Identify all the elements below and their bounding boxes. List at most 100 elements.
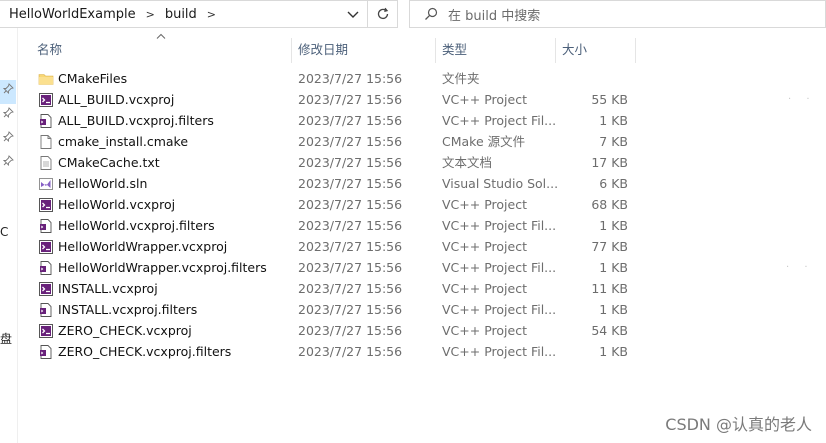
file-type: VC++ Project Fil...: [442, 113, 557, 128]
file-row[interactable]: INSTALL.vcxproj 2023/7/27 15:56 VC++ Proje…: [17, 278, 826, 299]
breadcrumb-hello-world-example[interactable]: HelloWorldExample: [0, 7, 142, 22]
file-type: Visual Studio Sol...: [442, 176, 557, 191]
file-name: HelloWorld.vcxproj: [58, 197, 176, 212]
address-bar[interactable]: HelloWorldExample > build >: [0, 0, 368, 28]
folder-icon: [38, 71, 54, 87]
file-size: 6 KB: [599, 176, 628, 191]
nav-drive-label[interactable]: C: [0, 225, 8, 239]
file-row[interactable]: CMakeCache.txt 2023/7/27 15:56 文本文档 17 KB: [17, 152, 826, 173]
file-modified-date: 2023/7/27 15:56: [298, 281, 403, 296]
file-type: VC++ Project: [442, 239, 527, 254]
file-size: 1 KB: [599, 113, 628, 128]
file-size: 1 KB: [599, 344, 628, 359]
search-input[interactable]: 在 build 中搜索: [448, 5, 540, 24]
pin-icon[interactable]: [3, 83, 14, 94]
file-row[interactable]: cmake_install.cmake 2023/7/27 15:56 CMake …: [17, 131, 826, 152]
file-name: CMakeCache.txt: [58, 155, 160, 170]
file-size: 1 KB: [599, 260, 628, 275]
breadcrumb-separator[interactable]: >: [142, 8, 159, 21]
search-icon: [425, 7, 438, 20]
vcxproj-icon: [38, 239, 54, 255]
column-divider[interactable]: [635, 38, 636, 63]
file-modified-date: 2023/7/27 15:56: [298, 260, 403, 275]
column-header-date[interactable]: 修改日期: [292, 38, 435, 63]
file-row[interactable]: CMakeFiles 2023/7/27 15:56 文件夹: [17, 68, 826, 89]
file-row[interactable]: HelloWorldWrapper.vcxproj.filters 2023/7/…: [17, 257, 826, 278]
file-row[interactable]: HelloWorld.sln 2023/7/27 15:56 Visual Stud…: [17, 173, 826, 194]
breadcrumb-separator[interactable]: >: [203, 8, 220, 21]
file-type: VC++ Project Fil...: [442, 344, 557, 359]
visual-studio-solution-icon: [38, 176, 54, 192]
vcxproj-filters-icon: [38, 113, 54, 129]
file-name: INSTALL.vcxproj: [58, 281, 158, 296]
file-row[interactable]: ALL_BUILD.vcxproj.filters 2023/7/27 15:56…: [17, 110, 826, 131]
file-row[interactable]: HelloWorld.vcxproj 2023/7/27 15:56 VC++ Pr…: [17, 194, 826, 215]
nav-drive-label[interactable]: 盘: [0, 330, 12, 347]
file-size: [560, 68, 628, 89]
file-name: HelloWorldWrapper.vcxproj.filters: [58, 260, 267, 275]
file-modified-date: 2023/7/27 15:56: [298, 302, 403, 317]
file-modified-date: 2023/7/27 15:56: [298, 113, 403, 128]
file-size: 54 KB: [591, 323, 628, 338]
file-modified-date: 2023/7/27 15:56: [298, 176, 403, 191]
file-modified-date: 2023/7/27 15:56: [298, 92, 403, 107]
file-name: HelloWorld.vcxproj.filters: [58, 218, 215, 233]
background-dots: · ·: [788, 94, 816, 105]
background-dots: · ·: [786, 262, 814, 273]
file-size: 77 KB: [591, 239, 628, 254]
file-type: 文本文档: [442, 155, 493, 170]
file-row[interactable]: HelloWorld.vcxproj.filters 2023/7/27 15:5…: [17, 215, 826, 236]
navigation-pane[interactable]: C 盘: [0, 28, 18, 443]
file-row[interactable]: ALL_BUILD.vcxproj 2023/7/27 15:56 VC++ Pro…: [17, 89, 826, 110]
chevron-down-icon[interactable]: [345, 6, 361, 22]
file-type: VC++ Project: [442, 323, 527, 338]
refresh-button[interactable]: [368, 0, 398, 28]
file-name: HelloWorld.sln: [58, 176, 148, 191]
text-document-icon: [38, 155, 54, 171]
file-name: CMakeFiles: [58, 71, 128, 86]
file-size: 68 KB: [591, 197, 628, 212]
csdn-watermark: CSDN @认真的老人: [665, 415, 812, 434]
file-type: VC++ Project: [442, 92, 527, 107]
file-modified-date: 2023/7/27 15:56: [298, 71, 403, 86]
file-type: VC++ Project: [442, 281, 527, 296]
pin-icon[interactable]: [3, 131, 14, 142]
file-name: HelloWorldWrapper.vcxproj: [58, 239, 228, 254]
file-modified-date: 2023/7/27 15:56: [298, 155, 403, 170]
vcxproj-icon: [38, 197, 54, 213]
file-modified-date: 2023/7/27 15:56: [298, 134, 403, 149]
file-row[interactable]: ZERO_CHECK.vcxproj.filters 2023/7/27 15:5…: [17, 341, 826, 362]
pin-icon[interactable]: [3, 107, 14, 118]
refresh-icon: [377, 7, 388, 20]
column-header-size[interactable]: 大小: [556, 38, 635, 63]
file-name: cmake_install.cmake: [58, 134, 189, 149]
file-name: ALL_BUILD.vcxproj.filters: [58, 113, 214, 128]
file-size: 55 KB: [591, 92, 628, 107]
breadcrumb-build[interactable]: build: [159, 7, 203, 22]
search-box[interactable]: 在 build 中搜索: [409, 0, 826, 28]
file-name: ZERO_CHECK.vcxproj.filters: [58, 344, 232, 359]
file-name: ALL_BUILD.vcxproj: [58, 92, 175, 107]
vcxproj-filters-icon: [38, 344, 54, 360]
file-size: 7 KB: [599, 134, 628, 149]
file-row[interactable]: INSTALL.vcxproj.filters 2023/7/27 15:56 VC…: [17, 299, 826, 320]
file-modified-date: 2023/7/27 15:56: [298, 323, 403, 338]
vcxproj-filters-icon: [38, 218, 54, 234]
file-size: 1 KB: [599, 218, 628, 233]
vcxproj-filters-icon: [38, 260, 54, 276]
vcxproj-filters-icon: [38, 302, 54, 318]
vcxproj-icon: [38, 281, 54, 297]
file-type: 文件夹: [442, 71, 480, 86]
file-modified-date: 2023/7/27 15:56: [298, 218, 403, 233]
file-name: ZERO_CHECK.vcxproj: [58, 323, 192, 338]
file-row[interactable]: ZERO_CHECK.vcxproj 2023/7/27 15:56 VC++ Pr…: [17, 320, 826, 341]
file-type: VC++ Project: [442, 197, 527, 212]
file-size: 1 KB: [599, 302, 628, 317]
column-header-name[interactable]: 名称: [31, 38, 291, 63]
file-name: INSTALL.vcxproj.filters: [58, 302, 198, 317]
file-modified-date: 2023/7/27 15:56: [298, 239, 403, 254]
pin-icon[interactable]: [3, 155, 14, 166]
file-type: CMake 源文件: [442, 134, 526, 149]
file-row[interactable]: HelloWorldWrapper.vcxproj 2023/7/27 15:56…: [17, 236, 826, 257]
column-header-type[interactable]: 类型: [436, 38, 555, 63]
